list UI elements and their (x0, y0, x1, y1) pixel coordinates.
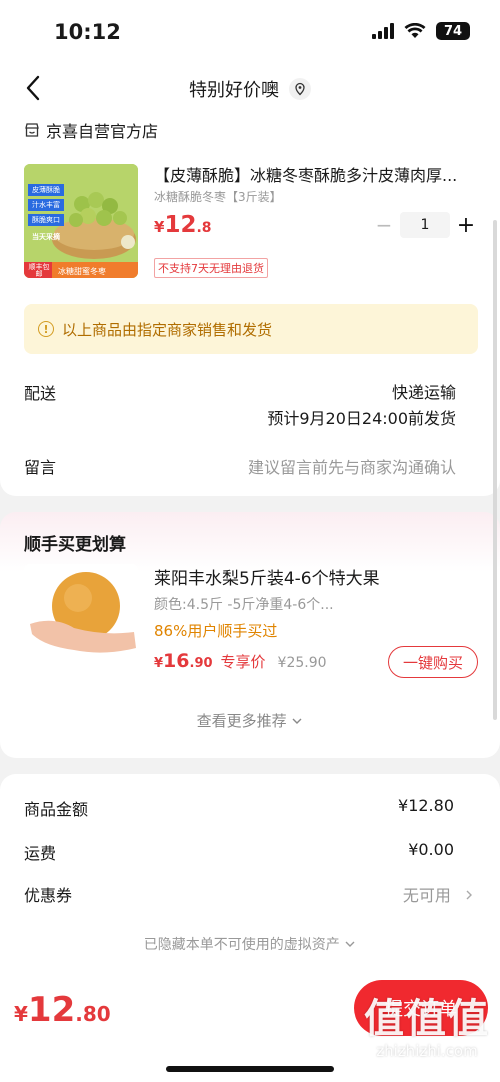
recommend-product-spec: 颜色:4.5斤 -5斤净重4-6个... (154, 597, 334, 613)
quantity-input[interactable]: 1 (400, 212, 450, 238)
recommend-product-image[interactable] (24, 564, 138, 678)
product-title[interactable]: 【皮薄酥脆】冰糖冬枣酥脆多汁皮薄肉厚... (154, 162, 470, 186)
exclusive-price-label: 专享价 (220, 653, 266, 671)
recommend-product-name[interactable]: 莱阳丰水梨5斤装4-6个特大果 (154, 564, 380, 589)
delivery-method: 快递运输 (391, 383, 456, 402)
summary-value-shipping: ¥0.00 (408, 840, 454, 859)
chevron-right-icon (466, 890, 472, 900)
summary-label-shipping: 运费 (24, 844, 57, 863)
order-card: 京喜自营官方店 皮薄酥脆 汁水丰富 酥脆爽口 当天采摘 顺丰包邮 冰糖甜蜜冬枣 … (0, 114, 500, 496)
watermark-url: zhizhizhi.com (376, 1042, 478, 1060)
quantity-stepper: − 1 + (374, 212, 476, 238)
page-title: 特别好价噢 (189, 80, 279, 101)
summary-label-coupon: 优惠券 (24, 886, 73, 905)
store-icon (25, 123, 39, 137)
recommend-stat: 86%用户顺手买过 (154, 622, 278, 640)
more-recommend-link[interactable]: 查看更多推荐 (0, 710, 500, 731)
decrease-button[interactable]: − (374, 213, 394, 237)
wifi-icon (404, 23, 426, 38)
info-icon: ! (38, 321, 54, 337)
total-price: ¥12.80 (14, 990, 111, 1030)
shop-row[interactable]: 京喜自营官方店 (24, 118, 158, 142)
message-field[interactable]: 建议留言前先与商家沟通确认 (248, 454, 456, 478)
page-title-row: 特别好价噢 (0, 76, 500, 102)
summary-value-goods: ¥12.80 (398, 796, 454, 815)
summary-label-goods: 商品金额 (24, 800, 89, 819)
message-label: 留言 (24, 458, 57, 477)
status-time: 10:12 (54, 20, 121, 44)
seller-notice: ! 以上商品由指定商家销售和发货 (24, 304, 478, 354)
recommend-card: 顺手买更划算 莱阳丰水梨5斤装4-6个特大果 颜色:4.5斤 -5斤净重4-6个… (0, 512, 500, 758)
checkout-bar: ¥12.80 提交订单 值值值 zhizhizhi.com (0, 974, 500, 1082)
product-image-badges: 皮薄酥脆 汁水丰富 酥脆爽口 当天采摘 (28, 184, 64, 242)
recommend-price: ¥16.90 专享价 ¥25.90 (154, 650, 327, 672)
hidden-assets-toggle[interactable]: 已隐藏本单不可使用的虚拟资产 (0, 934, 500, 954)
product-spec: 冰糖酥脆冬枣【3斤装】 (154, 190, 282, 204)
increase-button[interactable]: + (456, 213, 476, 238)
location-pin-icon[interactable] (289, 78, 311, 100)
chevron-down-icon (292, 718, 302, 724)
delivery-eta: 预计9月20日24:00前发货 (267, 409, 456, 428)
watermark: 值值值 zhizhizhi.com (364, 996, 490, 1060)
chevron-down-icon (345, 941, 355, 947)
refund-policy-tag: 不支持7天无理由退货 (154, 258, 268, 278)
summary-card: 商品金额 ¥12.80 运费 ¥0.00 优惠券 无可用 已隐藏本单不可使用的虚… (0, 774, 500, 974)
status-bar: 10:12 74 (0, 0, 500, 62)
nav-bar: 特别好价噢 (0, 62, 500, 114)
product-image[interactable]: 皮薄酥脆 汁水丰富 酥脆爽口 当天采摘 顺丰包邮 冰糖甜蜜冬枣 (24, 164, 138, 278)
delivery-info[interactable]: 快递运输 预计9月20日24:00前发货 (267, 380, 456, 432)
recommend-title: 顺手买更划算 (24, 535, 126, 555)
coupon-value: 无可用 (402, 886, 451, 905)
watermark-logo: 值值值 (364, 996, 490, 1042)
product-price: ¥12.8 (154, 212, 212, 238)
delivery-label: 配送 (24, 384, 57, 403)
battery-indicator: 74 (436, 22, 470, 40)
shop-name: 京喜自营官方店 (46, 122, 159, 141)
coupon-selector[interactable]: 无可用 (403, 882, 474, 906)
scrollbar[interactable] (493, 220, 497, 720)
one-click-buy-button[interactable]: 一键购买 (388, 646, 478, 678)
notice-text: 以上商品由指定商家销售和发货 (62, 320, 273, 339)
home-indicator (166, 1066, 334, 1072)
original-price: ¥25.90 (277, 655, 327, 671)
status-icons: 74 (372, 22, 470, 40)
signal-icon (372, 23, 394, 39)
